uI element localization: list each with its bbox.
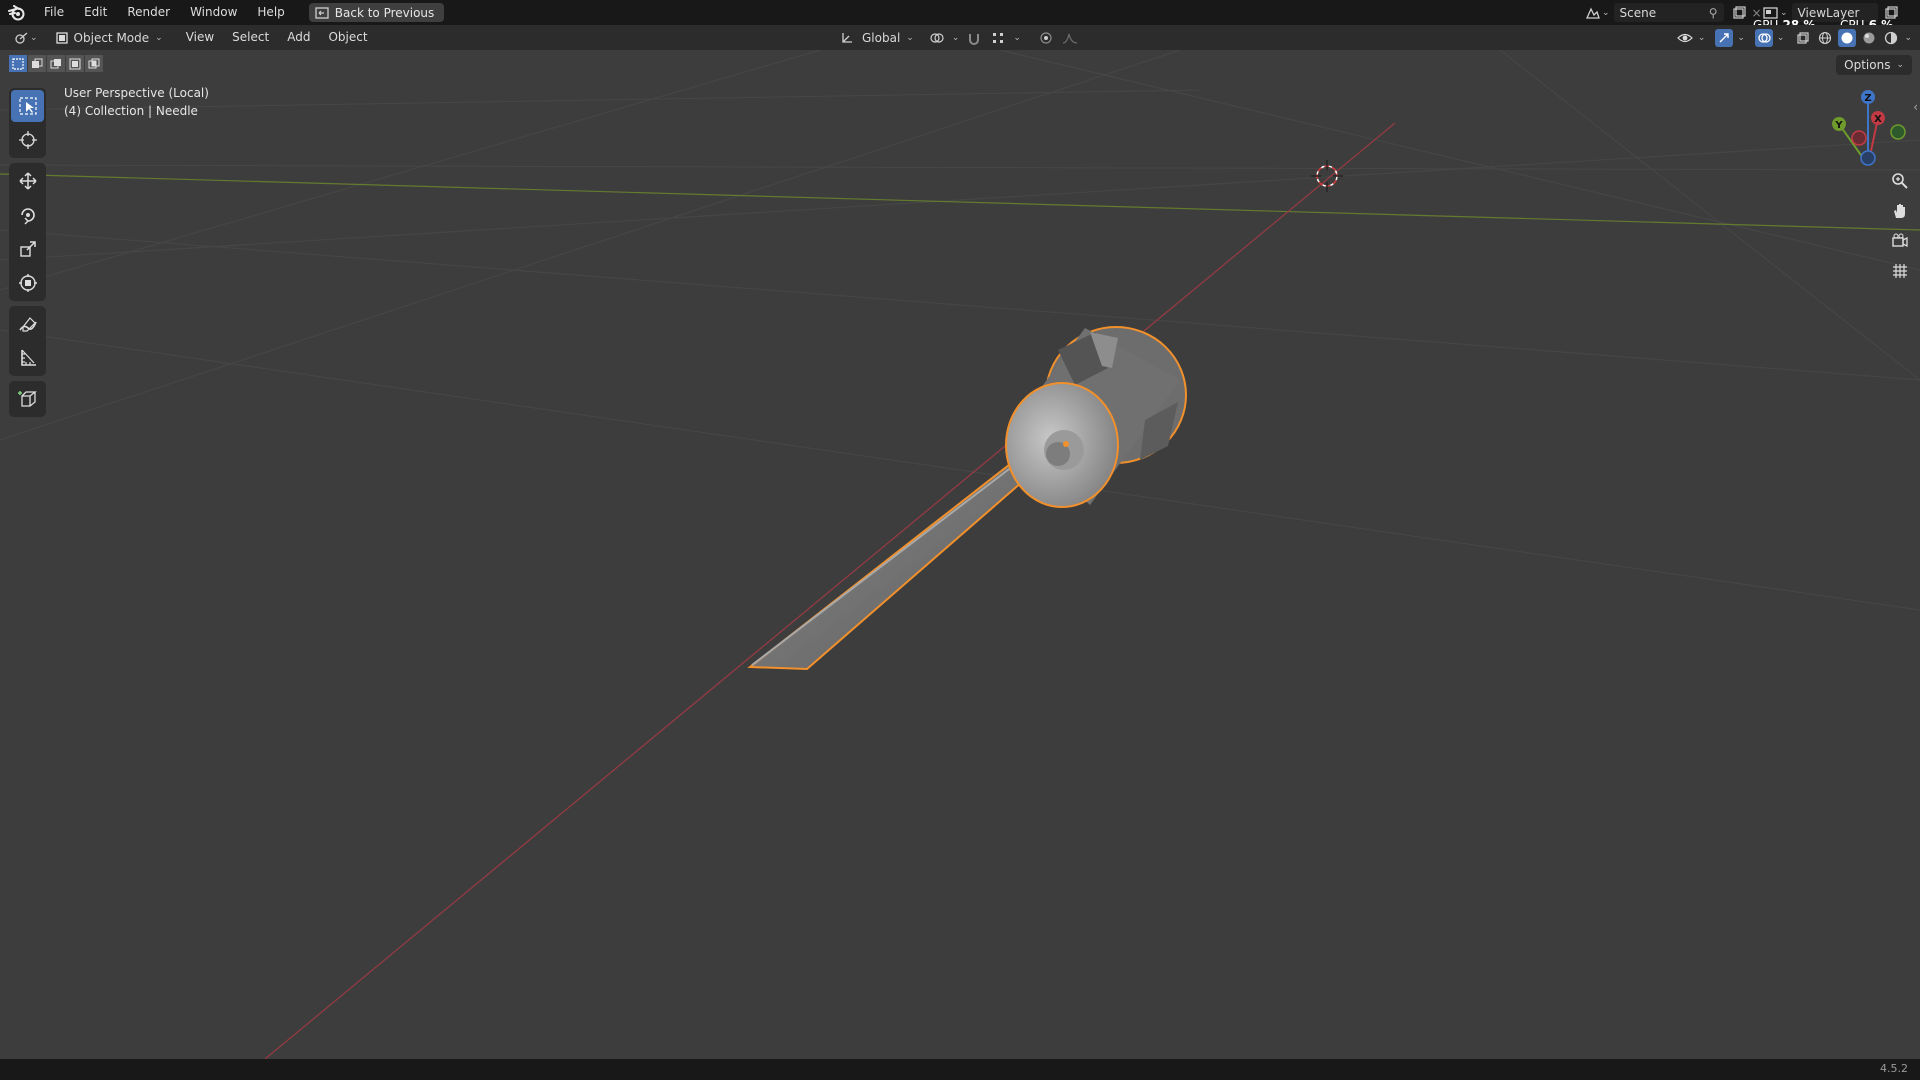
select-subtract-icon[interactable] [47, 55, 65, 72]
tool-shelf [9, 88, 46, 422]
object-origin [1063, 441, 1069, 447]
sidebar-toggle-icon[interactable]: ‹ [1913, 100, 1918, 114]
select-new-icon[interactable] [9, 55, 27, 72]
menu-add[interactable]: Add [278, 25, 319, 50]
view-layer-dropdown-icon[interactable]: ⌄ [1780, 8, 1788, 18]
collection-label: (4) Collection | Needle [64, 104, 198, 118]
gizmo-z-label: Z [1864, 93, 1871, 104]
shading-dropdown-icon[interactable]: ⌄ [1904, 33, 1912, 43]
measure-tool-icon[interactable] [11, 342, 44, 374]
cursor-tool-icon[interactable] [11, 124, 44, 156]
pivot-point-icon[interactable] [928, 29, 946, 47]
object-mode-icon [55, 31, 68, 44]
menu-object[interactable]: Object [319, 25, 376, 50]
solid-shading-icon[interactable] [1838, 28, 1857, 47]
gizmo-y-label: Y [1834, 120, 1843, 131]
rotate-tool-icon[interactable] [11, 199, 44, 231]
gizmo-x-label: X [1874, 114, 1882, 125]
transform-orientation-icon [838, 29, 856, 47]
pin-icon[interactable]: ⚲ [1709, 6, 1718, 20]
pivot-dropdown-icon[interactable]: ⌄ [952, 33, 960, 43]
pan-hand-icon[interactable] [1886, 197, 1914, 225]
scale-tool-icon[interactable] [11, 233, 44, 265]
options-label: Options [1844, 58, 1891, 72]
scene-dropdown-icon[interactable]: ⌄ [1602, 8, 1610, 18]
viewport-scene: Z X Y [0, 50, 1920, 1059]
visibility-icon[interactable] [1676, 29, 1694, 47]
material-preview-icon[interactable] [1860, 29, 1878, 47]
gizmo-toggle-icon[interactable] [1715, 28, 1734, 47]
editor-type-icon[interactable] [12, 29, 30, 47]
select-intersect-icon[interactable] [85, 55, 103, 72]
orthographic-toggle-icon[interactable] [1886, 257, 1914, 285]
menu-view[interactable]: View [177, 25, 223, 50]
3d-viewport[interactable]: Z X Y User Perspective (Local) (4) Colle… [0, 50, 1920, 1059]
scene-icon[interactable] [1584, 4, 1602, 22]
options-button[interactable]: Options ⌄ [1836, 55, 1912, 75]
annotate-tool-icon[interactable] [11, 308, 44, 340]
menu-edit[interactable]: Edit [74, 0, 117, 25]
gizmo-neg-x-handle[interactable] [1851, 130, 1867, 146]
y-axis-line [0, 173, 1920, 231]
wireframe-shading-icon[interactable] [1816, 29, 1834, 47]
status-bar: 4.5.2 [0, 1059, 1920, 1080]
scene-selector: ⌄ Scene ⚲ × [1584, 0, 1766, 25]
navigation-gizmo[interactable]: Z X Y [1832, 90, 1906, 166]
menu-window[interactable]: Window [180, 0, 247, 25]
3d-cursor-icon[interactable] [1311, 160, 1343, 192]
scene-name-field[interactable]: Scene ⚲ [1613, 3, 1724, 22]
scene-name: Scene [1619, 5, 1657, 20]
menu-help[interactable]: Help [247, 0, 294, 25]
select-extend-icon[interactable] [28, 55, 46, 72]
object-mode-label: Object Mode [73, 30, 150, 45]
screen-back-icon [315, 6, 329, 19]
object-mode-select[interactable]: Object Mode ⌄ [49, 28, 169, 47]
overlays-dropdown-icon[interactable]: ⌄ [1777, 33, 1785, 43]
x-axis-line [264, 122, 1396, 1059]
version-label: 4.5.2 [1880, 1062, 1908, 1075]
back-to-previous-button[interactable]: Back to Previous [308, 3, 445, 22]
orientation-dropdown-icon[interactable]: ⌄ [906, 33, 914, 43]
gizmo-dropdown-icon[interactable]: ⌄ [1737, 33, 1745, 43]
proportional-editing-icon[interactable] [1037, 29, 1055, 47]
editor-type-dropdown-icon[interactable]: ⌄ [30, 33, 38, 43]
selection-mode-buttons [9, 55, 103, 72]
snap-target-icon[interactable] [989, 29, 1007, 47]
transform-tools: Global ⌄ ⌄ ⌄ [838, 25, 1079, 50]
needle-object[interactable] [747, 326, 1187, 671]
viewport-display-tools: ⌄ ⌄ ⌄ ⌄ [1676, 25, 1912, 50]
snap-toggle-icon[interactable] [965, 29, 983, 47]
snap-dropdown-icon[interactable]: ⌄ [1013, 33, 1021, 43]
falloff-icon[interactable] [1061, 29, 1079, 47]
transform-tool-icon[interactable] [11, 267, 44, 299]
options-dropdown-icon: ⌄ [1896, 60, 1904, 70]
menu-select[interactable]: Select [223, 25, 278, 50]
blender-logo-icon[interactable] [0, 0, 34, 25]
add-cube-tool-icon[interactable] [11, 383, 44, 415]
overlays-toggle-icon[interactable] [1754, 28, 1773, 47]
transform-orientation-select[interactable]: Global [862, 31, 900, 45]
camera-view-icon[interactable] [1886, 227, 1914, 255]
move-tool-icon[interactable] [11, 165, 44, 197]
new-scene-icon[interactable] [1730, 4, 1748, 22]
menu-file[interactable]: File [34, 0, 74, 25]
xray-toggle-icon[interactable] [1794, 29, 1812, 47]
menu-render[interactable]: Render [117, 0, 180, 25]
zoom-icon[interactable] [1886, 167, 1914, 195]
select-invert-icon[interactable] [66, 55, 84, 72]
rendered-shading-icon[interactable] [1882, 29, 1900, 47]
top-menu-bar: File Edit Render Window Help Back to Pre… [0, 0, 1920, 32]
perspective-label: User Perspective (Local) [64, 86, 209, 100]
select-box-tool-icon[interactable] [11, 90, 44, 122]
back-to-previous-label: Back to Previous [334, 5, 435, 20]
visibility-dropdown-icon[interactable]: ⌄ [1698, 33, 1706, 43]
object-mode-dropdown-icon: ⌄ [155, 32, 163, 43]
viewport-header: ⌄ Object Mode ⌄ View Select Add Object G… [0, 25, 1920, 50]
gizmo-neg-z-handle[interactable] [1860, 150, 1876, 166]
gizmo-neg-y-handle[interactable] [1890, 124, 1906, 140]
needle-shaft[interactable] [747, 445, 1047, 671]
